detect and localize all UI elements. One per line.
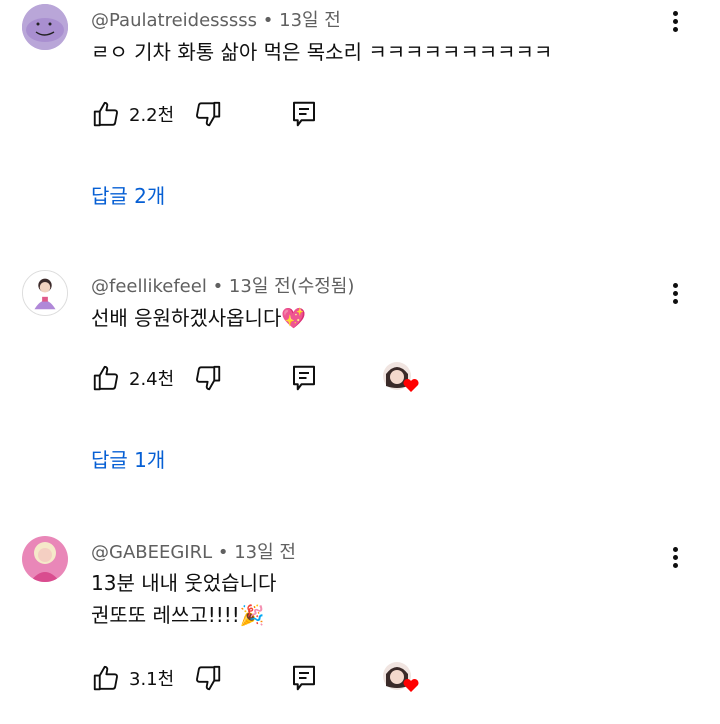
- comment-actions: 2.2천: [91, 96, 611, 132]
- reply-icon: [293, 365, 315, 391]
- avatar-image-character: [23, 271, 67, 315]
- meta-separator: •: [212, 276, 229, 297]
- comment-actions: 3.1천: [91, 660, 611, 696]
- reply-button[interactable]: [289, 360, 319, 396]
- thumbs-up-icon: [93, 365, 118, 391]
- more-options-button[interactable]: [664, 280, 686, 310]
- like-button[interactable]: 2.2천: [91, 96, 174, 132]
- comment-line: ㄹㅇ 기차 화통 삶아 먹은 목소리 ㅋㅋㅋㅋㅋㅋㅋㅋㅋㅋ: [91, 40, 553, 64]
- comment-meta: @feellikefeel • 13일 전(수정됨): [91, 272, 354, 298]
- more-options-button[interactable]: [664, 544, 686, 574]
- creator-heart-icon: [383, 662, 419, 692]
- author-handle[interactable]: @Paulatreidesssss: [91, 10, 257, 31]
- avatar[interactable]: [22, 270, 68, 316]
- reply-button[interactable]: [289, 660, 319, 696]
- comment-text: 13분 내내 웃었습니다 권또또 레쓰고!!!!🎉: [91, 567, 276, 631]
- thumbs-down-icon: [196, 365, 221, 391]
- comment-text: ㄹㅇ 기차 화통 삶아 먹은 목소리 ㅋㅋㅋㅋㅋㅋㅋㅋㅋㅋ: [91, 36, 552, 68]
- replies-toggle[interactable]: 답글 2개: [91, 180, 165, 209]
- reply-icon: [293, 665, 315, 691]
- avatar-image-person: [22, 536, 68, 582]
- comment-meta: @Paulatreidesssss • 13일 전: [91, 6, 341, 32]
- comment-line: 13분 내내 웃었습니다: [91, 571, 277, 595]
- avatar[interactable]: [22, 536, 68, 582]
- like-count: 2.4천: [129, 369, 175, 390]
- comment-actions: 2.4천: [91, 360, 611, 396]
- thumbs-down-icon: [196, 101, 221, 127]
- more-vert-icon: [664, 283, 686, 304]
- dislike-button[interactable]: [193, 660, 223, 696]
- meta-separator: •: [217, 542, 235, 563]
- more-vert-icon: [664, 547, 686, 568]
- more-vert-icon: [664, 11, 686, 32]
- thumbs-up-icon: [93, 665, 118, 691]
- author-handle[interactable]: @GABEEGIRL: [91, 542, 212, 563]
- reply-button[interactable]: [289, 96, 319, 132]
- avatar[interactable]: [22, 4, 68, 50]
- comment-time: 13일 전: [279, 10, 341, 31]
- comment-line: 선배 응원하겠사옵니다💖: [91, 306, 307, 330]
- reply-icon: [293, 101, 315, 127]
- dislike-button[interactable]: [193, 96, 223, 132]
- like-button[interactable]: 2.4천: [91, 360, 174, 396]
- avatar-image-ditto: [22, 4, 68, 50]
- like-count: 2.2천: [129, 105, 175, 126]
- comment-time: 13일 전: [234, 542, 296, 563]
- thumbs-down-icon: [196, 665, 221, 691]
- meta-separator: •: [262, 10, 280, 31]
- creator-heart: [381, 360, 421, 396]
- like-button[interactable]: 3.1천: [91, 660, 174, 696]
- thumbs-up-icon: [93, 101, 118, 127]
- creator-heart-icon: [383, 362, 419, 392]
- more-options-button[interactable]: [664, 8, 686, 38]
- comment-text: 선배 응원하겠사옵니다💖: [91, 302, 306, 334]
- comment-time: 13일 전(수정됨): [228, 276, 355, 297]
- like-count: 3.1천: [129, 669, 175, 690]
- creator-heart: [381, 660, 421, 696]
- comment-line: 권또또 레쓰고!!!!🎉: [91, 603, 265, 627]
- comment-meta: @GABEEGIRL • 13일 전: [91, 538, 296, 564]
- dislike-button[interactable]: [193, 360, 223, 396]
- author-handle[interactable]: @feellikefeel: [91, 276, 207, 297]
- replies-toggle[interactable]: 답글 1개: [91, 444, 165, 473]
